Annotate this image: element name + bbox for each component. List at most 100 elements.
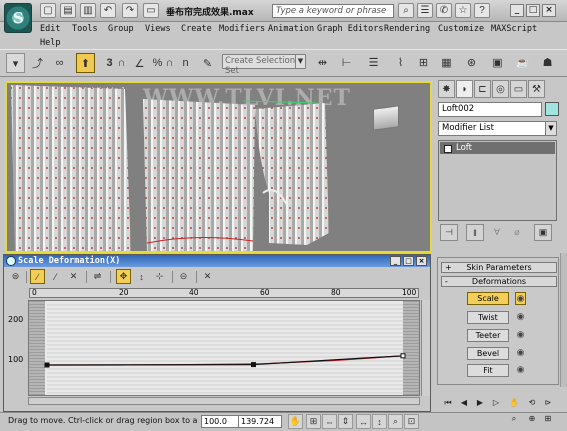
move-control-point-icon[interactable]: ✥	[116, 269, 131, 284]
graph-vertical-scrollbar[interactable]	[421, 300, 430, 396]
chevron-down-icon[interactable]: ▼	[295, 55, 305, 68]
named-selection-set-dropdown[interactable]: Create Selection Set ▼	[222, 54, 306, 76]
deformation-curves[interactable]	[29, 301, 420, 396]
bevel-enable-bulb-icon[interactable]: ◉	[515, 347, 526, 360]
menu-tools[interactable]: Tools	[72, 24, 98, 34]
next-frame-icon[interactable]: ▷	[489, 396, 503, 409]
material-editor-icon[interactable]: ▦	[437, 52, 456, 72]
scale-deformation-button[interactable]: Scale	[467, 292, 509, 305]
scale-deformation-titlebar[interactable]: Scale Deformation(X) _ □ ×	[4, 255, 430, 267]
teeter-enable-bulb-icon[interactable]: ◉	[515, 329, 526, 342]
render-iterative-icon[interactable]: ☗	[538, 52, 557, 72]
restore-button[interactable]: □	[526, 4, 540, 17]
save-file-icon[interactable]: ▥	[80, 3, 96, 18]
pan-view-icon[interactable]: ✋	[507, 396, 521, 409]
command-panel-scrollbar[interactable]	[560, 253, 567, 387]
previous-frame-icon[interactable]: ◀	[457, 396, 471, 409]
insert-corner-point-icon[interactable]: ⊹	[152, 269, 167, 284]
deformation-graph[interactable]	[28, 300, 420, 396]
align-icon[interactable]: ⊢	[337, 52, 356, 72]
sd-close-button[interactable]: ×	[416, 256, 427, 266]
curve-editor-icon[interactable]: ⌇	[391, 52, 410, 72]
edit-named-selection-icon[interactable]: ✎	[198, 53, 217, 73]
configure-modifier-sets-icon[interactable]: ▣	[534, 224, 552, 241]
sd-minimize-button[interactable]: _	[390, 256, 401, 266]
help-icon[interactable]: ?	[474, 3, 490, 18]
skin-parameters-rollout[interactable]: + Skin Parameters	[441, 262, 557, 273]
minimize-button[interactable]: _	[510, 4, 524, 17]
menu-edit[interactable]: Edit	[40, 24, 60, 34]
layer-manager-icon[interactable]: ☰	[364, 52, 383, 72]
mirror-icon[interactable]: ⇹	[313, 52, 332, 72]
bevel-deformation-button[interactable]: Bevel	[467, 347, 509, 360]
twist-deformation-button[interactable]: Twist	[467, 311, 509, 324]
search-input[interactable]: Type a keyword or phrase	[272, 4, 394, 18]
menu-graph-editors[interactable]: Graph Editors	[317, 24, 384, 34]
zoom-view-icon[interactable]: ⌕	[507, 412, 521, 425]
app-logo-button[interactable]	[4, 3, 32, 33]
open-file-icon[interactable]: ▤	[60, 3, 76, 18]
show-end-result-icon[interactable]: ‖	[466, 224, 484, 241]
control-point[interactable]	[400, 353, 406, 359]
communication-center-icon[interactable]: ✆	[436, 3, 452, 18]
undo-dropdown-icon[interactable]: ▾	[6, 53, 25, 73]
delete-control-point-icon[interactable]: ⊝	[176, 269, 191, 284]
object-color-swatch[interactable]	[545, 102, 559, 116]
deformations-rollout[interactable]: - Deformations	[441, 276, 557, 287]
snap-magnet-icon[interactable]: ∩	[112, 53, 131, 73]
pan-icon[interactable]: ✋	[288, 414, 303, 429]
zoom-icon[interactable]: ⌕	[388, 414, 403, 429]
object-name-input[interactable]: Loft002	[438, 102, 542, 117]
menu-views[interactable]: Views	[145, 24, 171, 34]
menu-create[interactable]: Create	[181, 24, 212, 34]
sd-maximize-button[interactable]: □	[403, 256, 414, 266]
bind-space-warp-icon[interactable]: ∞	[50, 53, 69, 73]
menu-maxscript[interactable]: MAXScript	[491, 24, 537, 34]
display-xy-axes-icon[interactable]: ✕	[66, 269, 81, 284]
render-production-icon[interactable]: ☕	[513, 52, 532, 72]
remove-modifier-icon[interactable]: ⌀	[508, 224, 526, 241]
schematic-view-icon[interactable]: ⊞	[414, 52, 433, 72]
favorites-icon[interactable]: ☆	[455, 3, 471, 18]
status-field-amount[interactable]: 139.724	[238, 415, 282, 428]
menu-customize[interactable]: Customize	[438, 24, 484, 34]
select-link-icon[interactable]: ⤴	[28, 53, 47, 73]
zoom-horizontal-icon[interactable]: ↔	[356, 414, 371, 429]
perspective-viewport[interactable]: [ + ] [ South ] [ Highlights ] WWW.TLVI.…	[5, 81, 432, 253]
fit-enable-bulb-icon[interactable]: ◉	[515, 364, 526, 377]
play-icon[interactable]: ▶	[473, 396, 487, 409]
control-point[interactable]	[250, 362, 256, 368]
menu-animation[interactable]: Animation	[268, 24, 314, 34]
create-tab-icon[interactable]: ✸	[438, 80, 455, 98]
rendered-frame-window-icon[interactable]: ▣	[488, 52, 507, 72]
search-icon[interactable]: ⌕	[398, 3, 414, 18]
control-point[interactable]	[44, 362, 50, 368]
go-to-start-icon[interactable]: ⏮	[441, 396, 455, 409]
hierarchy-tab-icon[interactable]: ⊏	[474, 80, 491, 98]
fit-deformation-button[interactable]: Fit	[467, 364, 509, 377]
graph-horizontal-scrollbar[interactable]	[28, 397, 420, 405]
motion-tab-icon[interactable]: ◎	[492, 80, 509, 98]
zoom-vertical-extents-icon[interactable]: ⇕	[338, 414, 353, 429]
field-of-view-icon[interactable]: ⊳	[541, 396, 555, 409]
menu-group[interactable]: Group	[108, 24, 134, 34]
menu-help[interactable]: Help	[40, 38, 60, 48]
make-unique-icon[interactable]: ∀	[488, 224, 506, 241]
scale-control-point-icon[interactable]: ↕	[134, 269, 149, 284]
orbit-icon[interactable]: ⟲	[525, 396, 539, 409]
make-symmetrical-icon[interactable]: ⊜	[8, 269, 23, 284]
twist-enable-bulb-icon[interactable]: ◉	[515, 311, 526, 324]
chevron-down-icon[interactable]: ▼	[545, 122, 556, 135]
redo-icon[interactable]: ↷	[122, 3, 138, 18]
angle-snap-icon[interactable]: ∠	[130, 53, 149, 73]
zoom-all-icon[interactable]: ⊕	[525, 412, 539, 425]
close-button[interactable]: ×	[542, 4, 556, 17]
zoom-horizontal-extents-icon[interactable]: ⇔	[322, 414, 337, 429]
menu-modifiers[interactable]: Modifiers	[219, 24, 265, 34]
utilities-tab-icon[interactable]: ⚒	[528, 80, 545, 98]
modifier-list-dropdown[interactable]: Modifier List ▼	[438, 121, 557, 136]
modify-tab-icon[interactable]: ◗	[456, 80, 473, 98]
stack-item-loft[interactable]: Loft	[440, 142, 555, 154]
new-file-icon[interactable]: ▢	[40, 3, 56, 18]
display-y-axis-icon[interactable]: ⁄	[48, 269, 63, 284]
